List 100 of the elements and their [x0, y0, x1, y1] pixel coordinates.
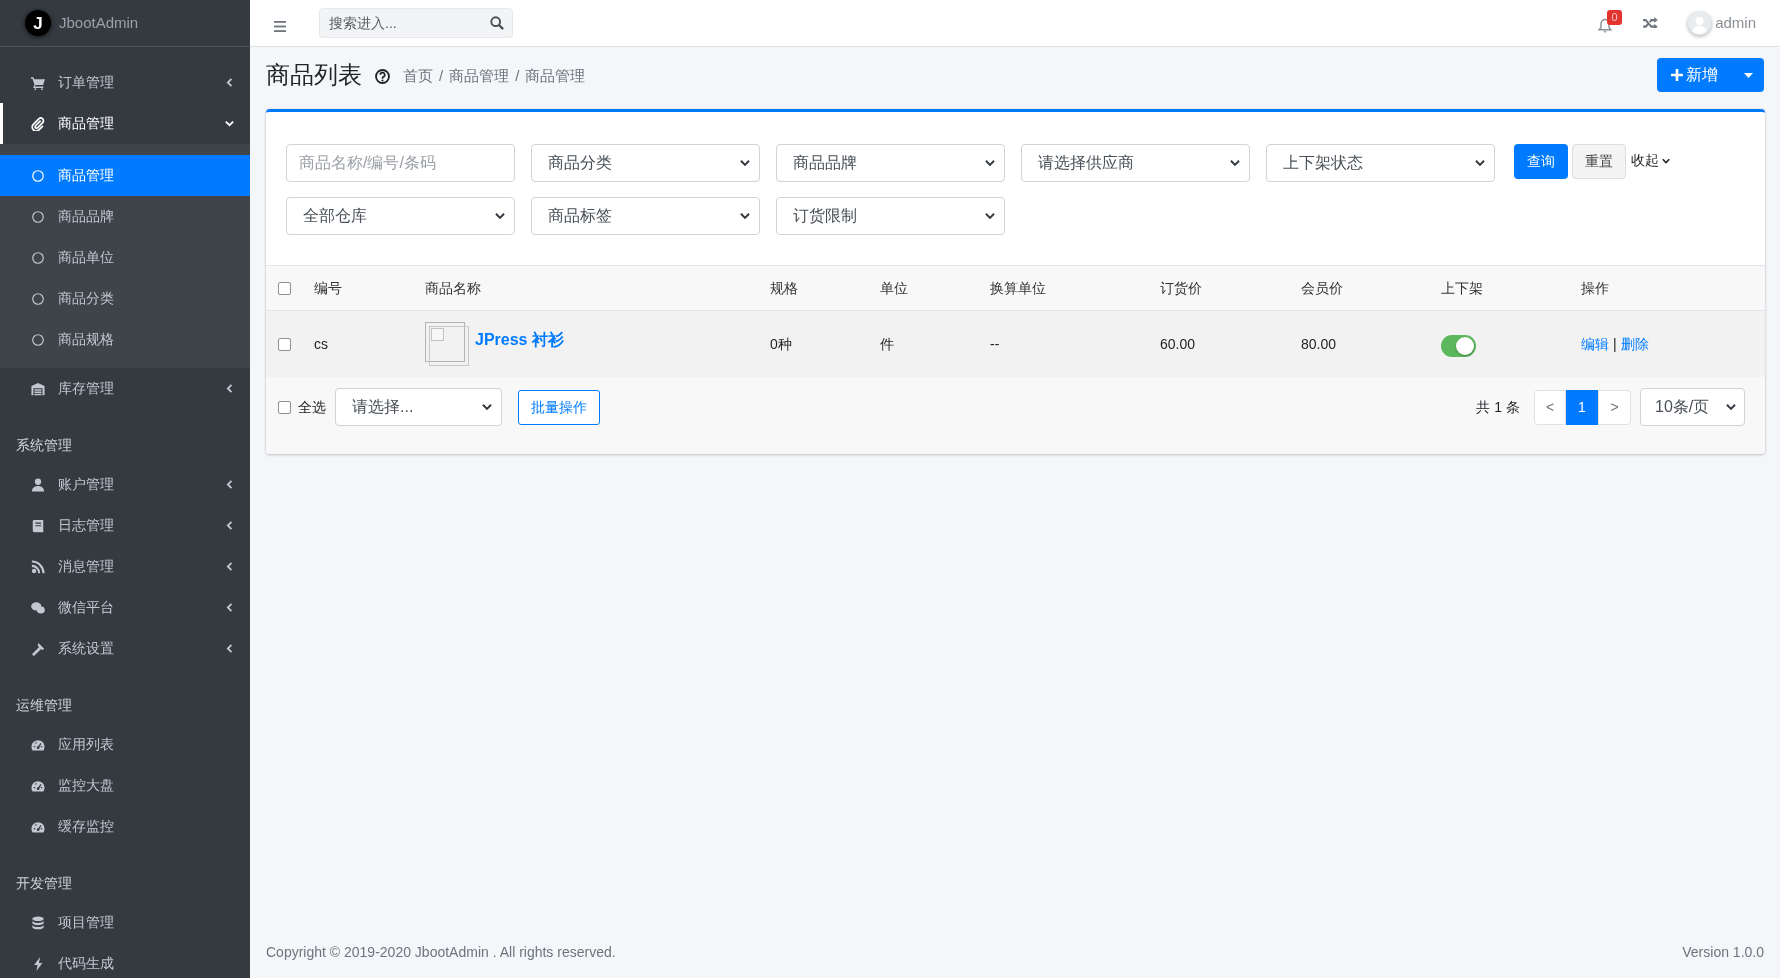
gauge-icon: [31, 737, 45, 752]
column-header: 订货价: [1159, 278, 1203, 298]
column-header: 上下架: [1440, 278, 1484, 298]
column-header: 商品名称: [424, 278, 482, 298]
menu-section-heading: 运维管理: [15, 696, 73, 715]
filter-select[interactable]: 上下架状态: [1266, 144, 1495, 182]
action-link[interactable]: 删除: [1620, 333, 1649, 355]
select-all-label: 全选: [298, 397, 326, 417]
chevron-down-icon: [495, 211, 505, 221]
next-page-button[interactable]: >: [1598, 389, 1631, 425]
checkbox[interactable]: [278, 400, 291, 414]
column-header: 单位: [879, 278, 909, 298]
sidebar-item[interactable]: 账户管理: [0, 464, 250, 505]
sidebar-subitem[interactable]: 商品规格: [0, 319, 250, 360]
total-count: 共 1 条: [1476, 397, 1520, 417]
toggle-switch[interactable]: [1441, 335, 1476, 357]
sidebar-subitem[interactable]: 商品单位: [0, 237, 250, 278]
table-cell-text: cs: [313, 334, 329, 354]
previous-page-button[interactable]: <: [1534, 389, 1566, 425]
gauge-icon: [31, 778, 45, 793]
breadcrumb-separator: /: [439, 66, 444, 87]
chevron-down-icon: [985, 211, 995, 221]
chevron-down-icon: [1230, 158, 1240, 168]
circle-icon: [32, 210, 44, 223]
database-icon: [31, 915, 45, 930]
chevron-down-icon: [482, 402, 492, 412]
bulk-action-button[interactable]: 批量操作: [518, 389, 600, 425]
page-size-select[interactable]: 10条/页: [1640, 388, 1745, 426]
chevron-down-icon: [1475, 158, 1485, 168]
plus-icon: [1671, 69, 1683, 81]
action-select[interactable]: 请选择...: [335, 388, 502, 426]
breadcrumb-link[interactable]: 首页: [403, 65, 433, 88]
search-icon[interactable]: [490, 16, 504, 30]
breadcrumb-separator: /: [515, 66, 520, 87]
table-cell-text: 80.00: [1300, 334, 1338, 354]
chevron-down-icon: [1726, 402, 1736, 412]
chevron-down-icon: [740, 211, 750, 221]
gauge-icon: [31, 819, 45, 834]
chevron-down-icon: [985, 158, 995, 168]
chat-bubbles-icon: [31, 600, 45, 615]
query-button[interactable]: 查询: [1514, 144, 1568, 179]
checkbox[interactable]: [278, 337, 291, 351]
sidebar-item[interactable]: 系统设置: [0, 628, 250, 669]
sidebar-item[interactable]: 项目管理: [0, 902, 250, 943]
checkbox[interactable]: [278, 281, 291, 295]
warehouse-icon: [31, 381, 45, 396]
table-cell-text: 0种: [769, 334, 793, 354]
sidebar-item[interactable]: 日志管理: [0, 505, 250, 546]
sidebar-item[interactable]: 库存管理: [0, 368, 250, 409]
sidebar-item[interactable]: 监控大盘: [0, 765, 250, 806]
brand-logo: J: [25, 10, 51, 36]
column-header: 规格: [769, 278, 799, 298]
table-cell-text: --: [989, 334, 1001, 354]
column-header: 会员价: [1300, 278, 1344, 298]
search-field[interactable]: 搜索进入...: [319, 8, 513, 38]
breadcrumb-link[interactable]: 商品管理: [449, 65, 510, 88]
breadcrumb-link[interactable]: 商品管理: [525, 65, 586, 88]
sidebar-item[interactable]: 订单管理: [0, 62, 250, 103]
lightning-icon: [31, 956, 45, 971]
paperclip-icon: [31, 116, 45, 131]
collapse-toggle[interactable]: 收起: [1631, 150, 1670, 171]
menu-icon[interactable]: [274, 20, 286, 32]
book-icon: [31, 518, 45, 533]
sidebar-item[interactable]: 消息管理: [0, 546, 250, 587]
column-header: 操作: [1580, 278, 1610, 298]
new-button[interactable]: 新增: [1657, 58, 1733, 92]
action-link[interactable]: 编辑: [1581, 333, 1609, 355]
sidebar-item[interactable]: 微信平台: [0, 587, 250, 628]
circle-icon: [32, 251, 44, 264]
sidebar-subitem[interactable]: 商品管理: [0, 155, 250, 196]
filter-select[interactable]: 请选择供应商: [1021, 144, 1250, 182]
filter-select[interactable]: 全部仓库: [286, 197, 515, 235]
sidebar-item[interactable]: 缓存监控: [0, 806, 250, 847]
table-cell-text: 60.00: [1159, 334, 1197, 354]
sidebar-item[interactable]: 应用列表: [0, 724, 250, 765]
filter-select[interactable]: 商品标签: [531, 197, 760, 235]
circle-icon: [32, 292, 44, 305]
filter-select[interactable]: 商品品牌: [776, 144, 1005, 182]
chevron-down-icon: [740, 158, 750, 168]
page-title: 商品列表: [266, 60, 362, 90]
filter-select[interactable]: 商品分类: [531, 144, 760, 182]
sidebar-subitem[interactable]: 商品分类: [0, 278, 250, 319]
version-text: Version 1.0.0: [1682, 943, 1764, 962]
menu-section-heading: 开发管理: [15, 874, 73, 893]
reset-button[interactable]: 重置: [1572, 144, 1626, 179]
page-button[interactable]: 1: [1566, 389, 1598, 425]
sidebar-item[interactable]: 代码生成: [0, 943, 250, 978]
action-separator: |: [1613, 334, 1617, 354]
circle-icon: [32, 333, 44, 346]
shuffle-icon[interactable]: [1643, 16, 1659, 28]
feed-icon: [31, 559, 45, 574]
bell-icon[interactable]: [1598, 18, 1613, 33]
help-icon[interactable]: [375, 69, 390, 84]
search-field[interactable]: 商品名称/编号/条码: [286, 144, 515, 182]
product-name-link[interactable]: JPress 衬衫: [475, 328, 564, 352]
menu-section-heading: 系统管理: [15, 436, 73, 455]
column-header: 换算单位: [989, 278, 1047, 298]
filter-select[interactable]: 订货限制: [776, 197, 1005, 235]
dropdown-toggle-button[interactable]: [1733, 58, 1764, 92]
sidebar-subitem[interactable]: 商品品牌: [0, 196, 250, 237]
